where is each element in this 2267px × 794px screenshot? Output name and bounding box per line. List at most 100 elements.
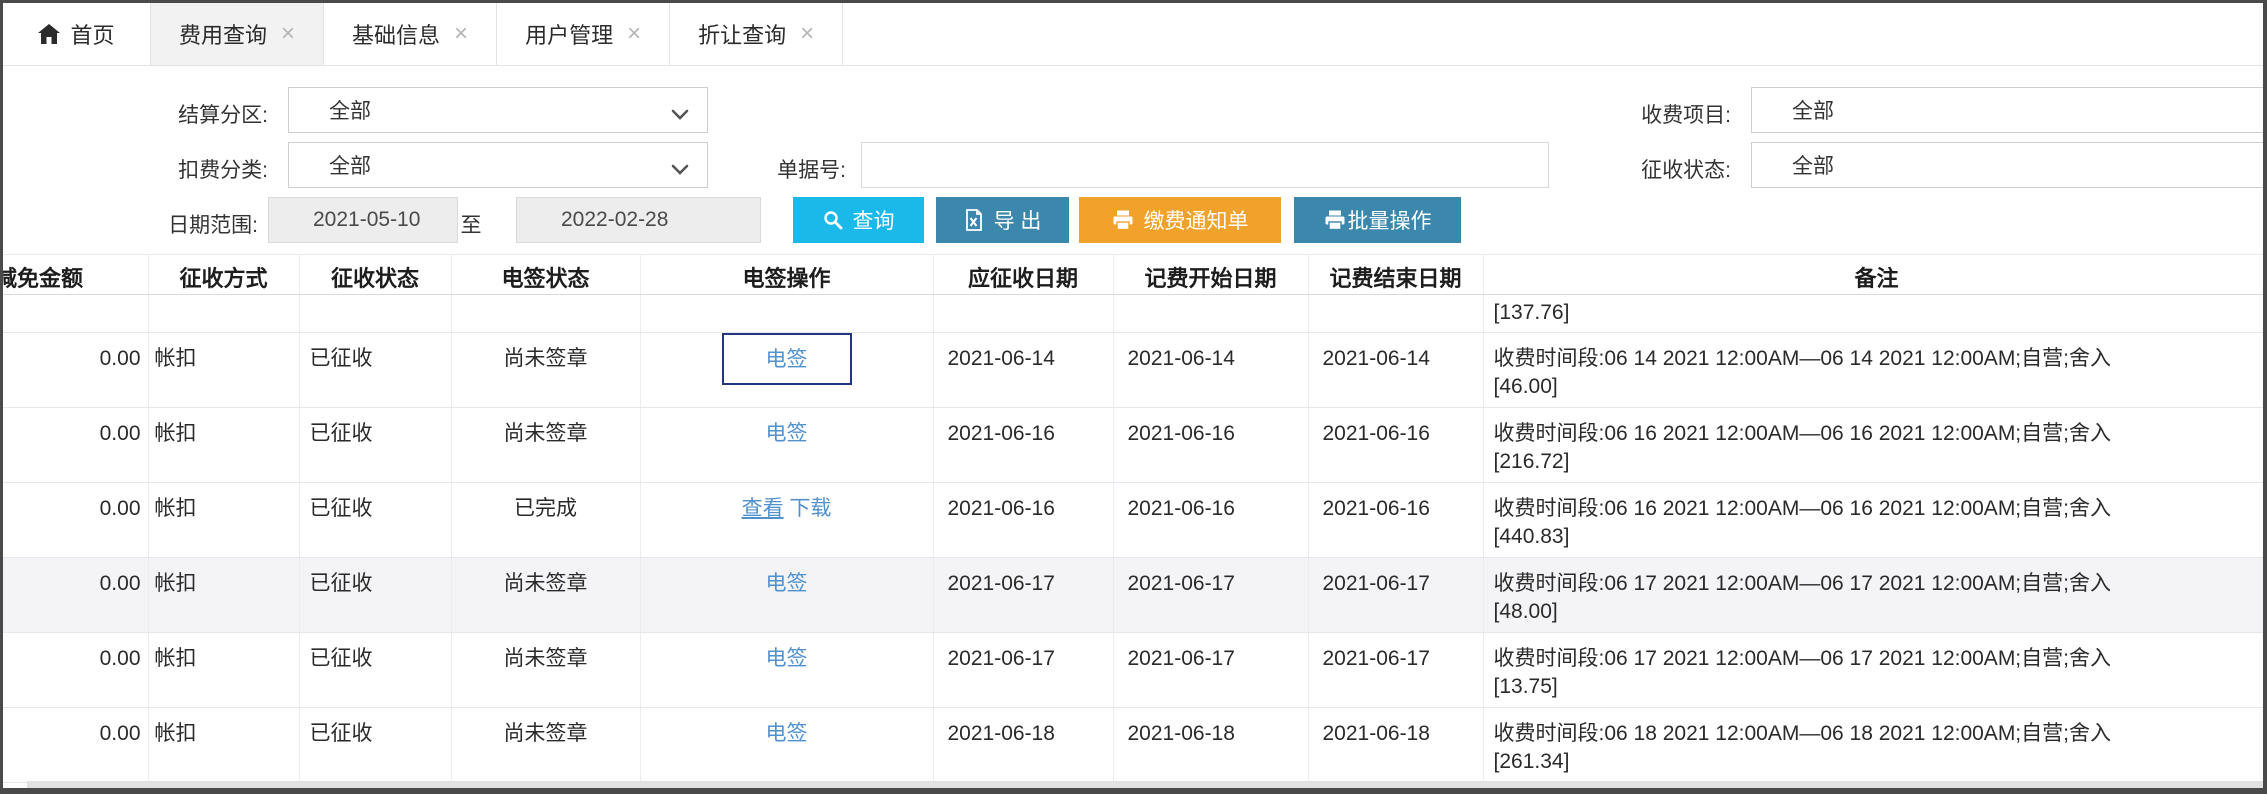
sign_status-cell: 已完成: [451, 482, 641, 558]
tab-home[interactable]: 首页: [3, 3, 151, 65]
amount-value: 0.00: [99, 347, 141, 370]
tab-3[interactable]: 用户管理 ×: [497, 3, 671, 65]
sign_status-value: 尚未签章: [503, 647, 588, 670]
view-link[interactable]: 查看: [742, 497, 784, 520]
search-button-label: 查询: [852, 210, 895, 233]
start-value: 2021-06-17: [1127, 572, 1235, 595]
tab-close-icon[interactable]: ×: [454, 22, 468, 46]
status-cell: 已征收: [299, 557, 452, 633]
column-header-label: 备注: [1854, 266, 1899, 291]
column-header-label: 减免金额: [3, 266, 84, 291]
end-value: 2021-06-16: [1322, 497, 1430, 520]
esign-link[interactable]: 电签: [766, 348, 808, 371]
esign-link[interactable]: 电签: [766, 572, 808, 595]
payment-notice-label: 缴费通知单: [1143, 210, 1249, 233]
end-cell: [1308, 294, 1484, 333]
horizontal-scrollbar[interactable]: [27, 781, 2263, 788]
amount-value: 0.00: [99, 422, 141, 445]
due-value: 2021-06-16: [947, 422, 1055, 445]
chevron-down-icon: [671, 158, 689, 182]
start-cell: 2021-06-16: [1113, 407, 1309, 483]
column-header: 电签状态: [451, 254, 641, 295]
esign-link[interactable]: 电签: [766, 722, 808, 745]
esign-link[interactable]: 电签: [766, 647, 808, 670]
end-value: 2021-06-18: [1322, 722, 1430, 745]
settlement-zone-select[interactable]: 全部: [288, 87, 708, 133]
sign_status-value: 尚未签章: [503, 422, 588, 445]
esign-link[interactable]: 电签: [766, 422, 808, 445]
deduct-category-select[interactable]: 全部: [288, 142, 708, 188]
status-cell: 已征收: [299, 632, 452, 708]
payment-notice-button[interactable]: 缴费通知单: [1079, 197, 1281, 243]
date-to-input[interactable]: 2022-02-28: [516, 197, 761, 243]
date-from-input[interactable]: 2021-05-10: [268, 197, 458, 243]
start-value: 2021-06-16: [1127, 497, 1235, 520]
export-button[interactable]: 导 出: [936, 197, 1069, 243]
remark-line1: 收费时间段:06 17 2021 12:00AM—06 17 2021 12:0…: [1493, 647, 2111, 670]
remark-cell: 收费时间段:06 14 2021 12:00AM—06 14 2021 12:0…: [1483, 332, 2263, 408]
start-value: 2021-06-17: [1127, 647, 1235, 670]
status-value: 已征收: [309, 347, 373, 370]
settlement-zone-label: 结算分区:: [178, 104, 268, 127]
method-cell: 帐扣: [148, 482, 300, 558]
status-cell: 已征收: [299, 407, 452, 483]
end-cell: 2021-06-16: [1308, 482, 1484, 558]
amount-cell: 0.00: [3, 482, 149, 558]
download-link[interactable]: 下载: [789, 497, 831, 520]
table-row: 0.00 帐扣 已征收 尚未签章 电签 2021-06-14 2021-06-14 2021-…: [3, 332, 2263, 408]
method-cell: 帐扣: [148, 707, 300, 783]
remark-line1: 收费时间段:06 16 2021 12:00AM—06 16 2021 12:0…: [1493, 422, 2111, 445]
tab-2[interactable]: 基础信息 ×: [324, 3, 498, 65]
method-value: 帐扣: [154, 722, 197, 745]
remark-line2: [216.72]: [1493, 450, 1570, 473]
charge-item-select[interactable]: 全部: [1751, 87, 2263, 133]
tab-close-icon[interactable]: ×: [281, 22, 295, 46]
due-cell: 2021-06-17: [933, 632, 1114, 708]
bill-no-input[interactable]: [861, 142, 1549, 188]
column-header: 记费结束日期: [1308, 254, 1484, 295]
status-value: 已征收: [309, 722, 373, 745]
collect-status-select[interactable]: 全部: [1751, 142, 2263, 188]
table-row: 0.00 帐扣 已征收 尚未签章 电签 2021-06-17 2021-06-17 2021-…: [3, 557, 2263, 633]
method-cell: 帐扣: [148, 632, 300, 708]
table-header-row: 减免金额 征收方式 征收状态 电签状态 电签操作 应征收日期 记费开始日期 记费结束日期 备注: [3, 254, 2263, 295]
remark-cell: 收费时间段:06 17 2021 12:00AM—06 17 2021 12:0…: [1483, 557, 2263, 633]
due-cell: [933, 294, 1114, 333]
batch-operation-label: 批量操作: [1347, 210, 1432, 233]
due-value: 2021-06-16: [947, 497, 1055, 520]
tab-close-icon[interactable]: ×: [800, 22, 814, 46]
status-cell: 已征收: [299, 482, 452, 558]
table-row: [137.76]: [3, 294, 2263, 333]
method-cell: [148, 294, 300, 333]
esign-action-cell: [640, 294, 934, 333]
method-value: 帐扣: [154, 572, 197, 595]
settlement-zone-value: 全部: [329, 100, 371, 123]
column-header: 记费开始日期: [1113, 254, 1309, 295]
column-header-label: 电签操作: [742, 266, 831, 291]
remark-cell: 收费时间段:06 16 2021 12:00AM—06 16 2021 12:0…: [1483, 482, 2263, 558]
status-value: 已征收: [309, 572, 373, 595]
due-cell: 2021-06-17: [933, 557, 1114, 633]
start-cell: [1113, 294, 1309, 333]
start-cell: 2021-06-17: [1113, 632, 1309, 708]
remark-cell: 收费时间段:06 18 2021 12:00AM—06 18 2021 12:0…: [1483, 707, 2263, 783]
tab-label: 折让查询: [698, 23, 787, 48]
esign-action-cell: 电签: [640, 632, 934, 708]
tab-4[interactable]: 折让查询 ×: [670, 3, 844, 65]
esign-action-cell: 电签: [640, 557, 934, 633]
batch-operation-button[interactable]: 批量操作: [1294, 197, 1461, 243]
tab-close-icon[interactable]: ×: [627, 22, 641, 46]
start-cell: 2021-06-18: [1113, 707, 1309, 783]
end-cell: 2021-06-18: [1308, 707, 1484, 783]
due-cell: 2021-06-16: [933, 482, 1114, 558]
printer-icon: [1112, 209, 1134, 231]
tab-1[interactable]: 费用查询 ×: [151, 3, 325, 65]
amount-cell: 0.00: [3, 332, 149, 408]
tab-label: 首页: [70, 23, 115, 48]
tab-label: 用户管理: [525, 23, 614, 48]
search-button[interactable]: 查询: [793, 197, 924, 243]
tab-label: 费用查询: [179, 23, 268, 48]
method-value: 帐扣: [154, 422, 197, 445]
due-value: 2021-06-18: [947, 722, 1055, 745]
column-header: 减免金额: [3, 254, 149, 295]
